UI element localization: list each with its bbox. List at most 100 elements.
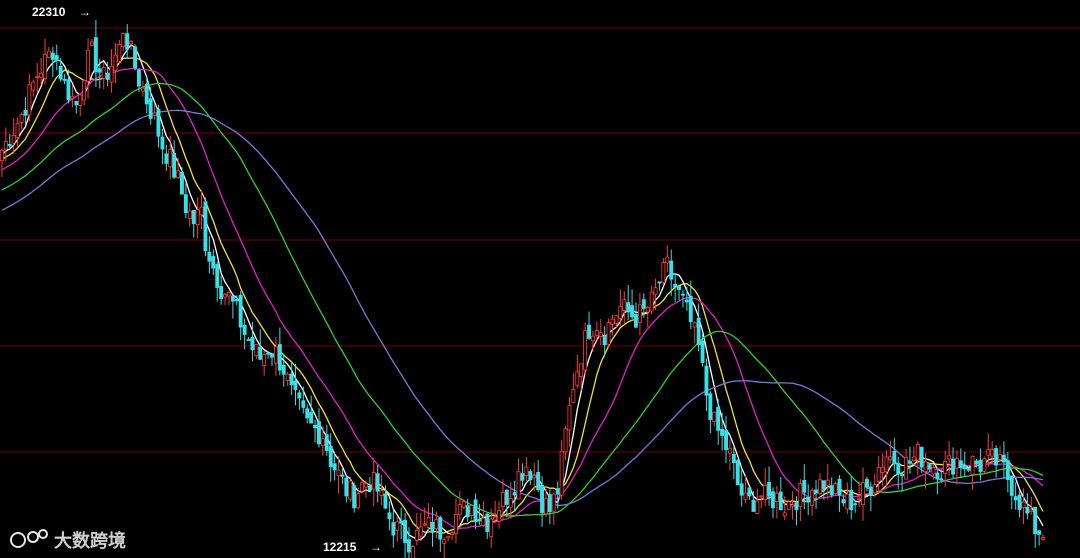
candle-body	[657, 281, 662, 284]
candle-body	[504, 489, 509, 505]
candle-body	[743, 492, 748, 500]
candle-body	[751, 499, 756, 512]
candle-body	[708, 393, 713, 420]
candle-body	[575, 371, 580, 386]
candle-body	[771, 491, 775, 509]
candle-body	[755, 500, 760, 515]
candle-body	[35, 76, 40, 78]
candle-body	[610, 318, 615, 325]
candle-body	[66, 79, 71, 101]
candle-body	[837, 478, 842, 496]
candle-body	[688, 295, 693, 322]
candle-body	[316, 421, 321, 445]
candle-body	[896, 462, 901, 475]
candle-body	[540, 484, 544, 514]
candle-body	[199, 206, 204, 216]
candle-body	[728, 447, 732, 454]
candle-body	[1005, 460, 1010, 481]
candle-body	[544, 498, 548, 515]
candle-body	[951, 458, 955, 475]
candle-body	[669, 260, 674, 280]
candle-body	[798, 483, 803, 508]
candle-body	[606, 322, 611, 345]
candle-body	[289, 373, 294, 386]
candle-body	[352, 485, 357, 509]
candle-body	[790, 504, 795, 507]
candle-body	[211, 256, 216, 269]
candle-body	[230, 295, 235, 302]
candle-body	[927, 464, 932, 470]
candle-body	[387, 512, 392, 520]
candle-body	[645, 307, 650, 313]
candle-body	[226, 292, 231, 297]
candle-body	[919, 446, 924, 468]
candle-body	[27, 84, 32, 116]
candle-body	[477, 519, 482, 522]
candle-body	[634, 313, 638, 328]
candle-body	[825, 479, 830, 486]
candle-body	[215, 264, 220, 288]
candle-body	[712, 411, 717, 423]
candle-body	[508, 498, 513, 508]
candle-body	[74, 101, 79, 106]
candle-body	[250, 336, 255, 350]
candle-body	[489, 518, 494, 537]
candle-body	[845, 493, 850, 510]
high-arrow-icon: →	[79, 5, 91, 19]
candle-body	[778, 491, 783, 511]
candle-body	[336, 469, 341, 477]
ma-line-60	[1, 109, 1044, 506]
candle-body	[406, 539, 411, 553]
low-label: 12215	[323, 540, 357, 554]
candle-body	[555, 488, 560, 495]
candle-body	[524, 466, 529, 477]
candle-body	[638, 304, 642, 323]
candle-body	[532, 474, 537, 479]
logo-dot2-icon	[38, 529, 48, 539]
candle-body	[105, 72, 110, 80]
candle-body	[872, 484, 877, 494]
candle-body	[113, 54, 118, 71]
candle-body	[974, 460, 979, 465]
candle-body	[970, 455, 975, 475]
candle-body	[133, 46, 137, 69]
candle-body	[814, 489, 818, 494]
candle-body	[1017, 494, 1022, 510]
candle-body	[140, 87, 145, 92]
candle-body	[911, 456, 916, 461]
candle-body	[594, 330, 599, 337]
candle-body	[1041, 537, 1045, 540]
candle-body	[23, 110, 28, 116]
candle-body	[273, 346, 278, 364]
candle-body	[254, 344, 259, 357]
candle-body	[481, 517, 486, 526]
candle-body	[356, 493, 361, 509]
candle-body	[716, 407, 721, 431]
candle-body	[598, 332, 603, 337]
logo-dot-icon	[27, 531, 39, 543]
candle-body	[473, 499, 478, 523]
candle-body	[246, 339, 251, 341]
candle-body	[900, 473, 905, 477]
candle-body	[70, 95, 75, 100]
candle-body	[998, 454, 1002, 461]
candle-body	[677, 285, 681, 291]
candle-body	[176, 170, 180, 179]
candle-body	[422, 523, 427, 526]
candle-body	[332, 463, 337, 471]
candle-body	[962, 464, 967, 470]
candle-body	[684, 299, 689, 303]
candle-body	[262, 354, 267, 366]
candle-body	[497, 509, 501, 522]
candle-body	[794, 501, 799, 511]
candle-body	[857, 498, 861, 500]
candle-body	[591, 335, 595, 342]
candle-body	[31, 81, 36, 91]
candle-body	[966, 468, 971, 471]
candle-body	[763, 484, 768, 501]
candle-body	[164, 153, 169, 164]
candle-body	[101, 67, 106, 79]
candle-body	[829, 485, 834, 496]
candle-body	[622, 299, 627, 311]
candle-body	[469, 504, 474, 516]
